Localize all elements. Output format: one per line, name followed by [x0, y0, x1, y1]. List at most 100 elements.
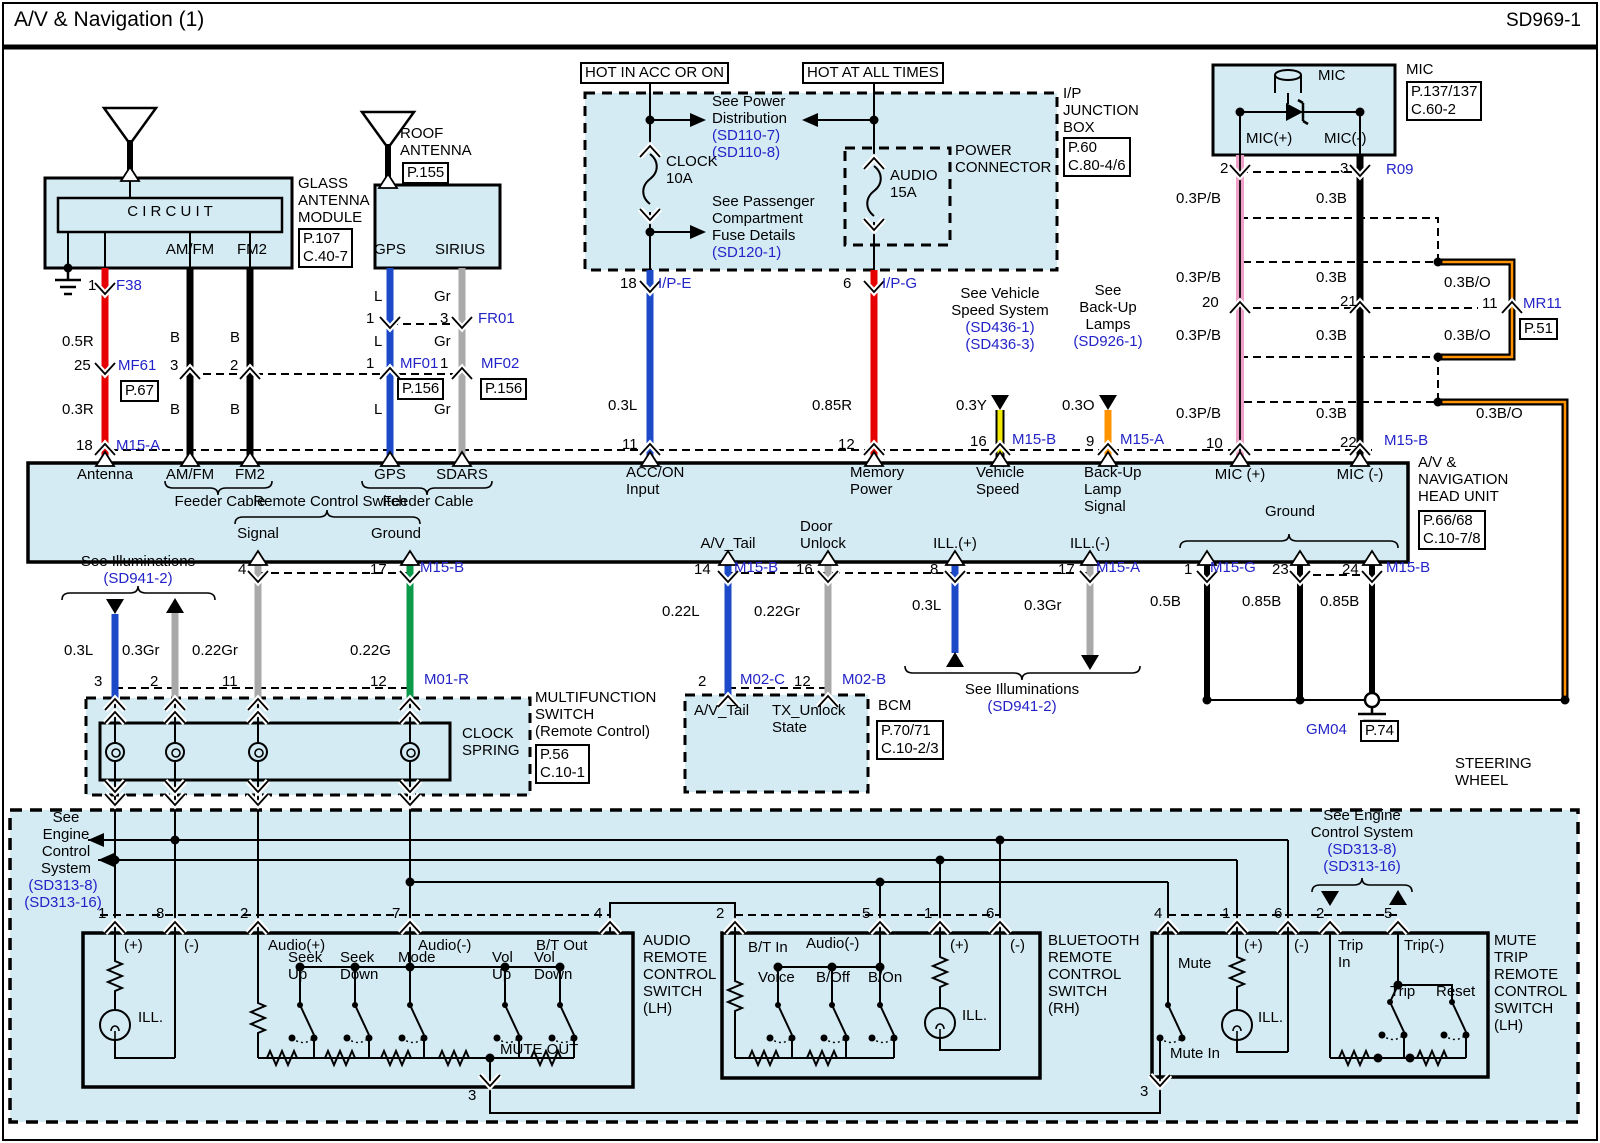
label-mute-in: Mute In [1170, 1046, 1220, 1063]
label-23: 23 [1272, 562, 1289, 579]
label-1: 1 [440, 356, 448, 373]
label-0-3p-b: 0.3P/B [1176, 270, 1221, 287]
label-i-p-junction-box: I/P JUNCTION BOX [1063, 86, 1139, 137]
label-7: 7 [392, 906, 400, 923]
label-hot-at-all-times: HOT AT ALL TIMES [802, 62, 944, 84]
label-signal: Signal [237, 526, 279, 543]
label-0-3gr: 0.3Gr [1024, 598, 1062, 615]
label-sd110-7-sd110-8: (SD110-7) (SD110-8) [712, 128, 780, 162]
label-a-v-navigation-1: A/V & Navigation (1) [14, 8, 204, 32]
label-trip-in: Trip In [1338, 938, 1363, 972]
label-mic: MIC(-) [1324, 131, 1366, 148]
label-ill: ILL.(+) [933, 536, 977, 553]
label-back-up-lamp-signal: Back-Up Lamp Signal [1084, 465, 1142, 516]
label-0-3b: 0.3B [1316, 270, 1347, 287]
label-audio-15a: AUDIO 15A [890, 168, 938, 202]
label-fr01: FR01 [478, 311, 515, 328]
wiring-diagram-page: A/V & Navigation (1)SD969-1GLASS ANTENNA… [0, 0, 1600, 1143]
label-24: 24 [1342, 562, 1359, 579]
label-r09: R09 [1386, 162, 1414, 179]
label-b: B [170, 402, 180, 419]
label-: (-) [184, 938, 199, 955]
label-21: 21 [1340, 294, 1357, 311]
label-sd313-8-sd313-16: (SD313-8) (SD313-16) [1323, 842, 1401, 876]
label-1: 1 [98, 906, 106, 923]
label-mf02: MF02 [481, 356, 519, 373]
label-mf61: MF61 [118, 358, 156, 375]
label-a-v-tail: A/V_Tail [700, 536, 755, 553]
label-vehicle-speed: Vehicle Speed [976, 465, 1024, 499]
label-m15-g: M15-G [1210, 560, 1256, 577]
label-see-illuminations: See Illuminations [965, 682, 1079, 699]
label-8: 8 [156, 906, 164, 923]
labels-layer: A/V & Navigation (1)SD969-1GLASS ANTENNA… [0, 0, 1600, 1143]
label-17: 17 [1058, 562, 1075, 579]
label-sd436-1-sd436-3: (SD436-1) (SD436-3) [965, 320, 1034, 354]
label-12: 12 [838, 437, 855, 454]
label-b: B [230, 330, 240, 347]
label-feeder-cable: Feeder Cable [175, 494, 266, 511]
label-vol-up: Vol Up [492, 950, 513, 984]
label-acc-on-input: ACC/ON Input [626, 465, 684, 499]
label-1: 1 [88, 278, 96, 295]
label-see-back-up-lamps: See Back-Up Lamps [1079, 283, 1137, 334]
label-10: 10 [1206, 436, 1223, 453]
label-p-156: P.156 [397, 378, 444, 400]
label-seek-up: Seek Up [288, 950, 322, 984]
label-0-5b: 0.5B [1150, 594, 1181, 611]
label-11: 11 [222, 674, 238, 691]
label-2: 2 [698, 674, 706, 691]
label-seek-down: Seek Down [340, 950, 378, 984]
label-17: 17 [370, 562, 387, 579]
label-3: 3 [440, 311, 448, 328]
label-sd941-2: (SD941-2) [987, 699, 1056, 716]
label-ground: Ground [371, 526, 421, 543]
label-p-60-c-80-4-6: P.60 C.80-4/6 [1063, 137, 1131, 177]
label-audio: Audio(-) [806, 936, 859, 953]
label-4: 4 [594, 906, 602, 923]
label-: (+) [124, 938, 143, 955]
label-2: 2 [150, 674, 158, 691]
label-18: 18 [620, 276, 637, 293]
label-12: 12 [370, 674, 387, 691]
label-6: 6 [843, 276, 851, 293]
label-1: 1 [366, 356, 374, 373]
label-see-engine-control-system: See Engine Control System [41, 810, 91, 878]
label-b-off: B/Off [816, 970, 850, 987]
label-0-3p-b: 0.3P/B [1176, 406, 1221, 423]
label-mic: MIC (-) [1337, 467, 1384, 484]
label-ill: ILL. [962, 1008, 987, 1025]
label-mic: MIC [1318, 68, 1346, 85]
label-0-3b-o: 0.3B/O [1476, 406, 1523, 423]
label-tx-unlock-state: TX_Unlock State [772, 703, 845, 737]
label-bcm: BCM [878, 698, 911, 715]
label-mic: MIC (+) [1215, 467, 1265, 484]
label-am-fm: AM/FM [166, 242, 214, 259]
label-c-i-r-c-u-i-t: C I R C U I T [127, 204, 213, 221]
label-sd969-1: SD969-1 [1506, 10, 1581, 31]
label-b-t-in: B/T In [748, 940, 788, 957]
label-16: 16 [970, 434, 987, 451]
label-ground: Ground [1265, 504, 1315, 521]
label-mute-out: MUTE OUT [500, 1042, 578, 1059]
label-l: L [374, 289, 382, 306]
label-m01-r: M01-R [424, 672, 469, 689]
label-gps: GPS [374, 467, 406, 484]
label-p-155: P.155 [402, 162, 449, 184]
label-gr: Gr [434, 289, 451, 306]
label-9: 9 [1086, 434, 1094, 451]
label-m15-a: M15-A [1120, 432, 1164, 449]
label-0-3b-o: 0.3B/O [1444, 328, 1491, 345]
label-0-3l: 0.3L [608, 398, 637, 415]
label-p-137-137-c-60-2: P.137/137 C.60-2 [1406, 81, 1482, 121]
label-3: 3 [94, 674, 102, 691]
label-m15-b: M15-B [734, 560, 778, 577]
label-audio-remote-control-switch-lh: AUDIO REMOTE CONTROL SWITCH (LH) [643, 933, 716, 1018]
label-p-51: P.51 [1519, 318, 1558, 340]
label-mode: Mode [398, 950, 436, 967]
label-12: 12 [794, 674, 811, 691]
label-0-3y: 0.3Y [956, 398, 987, 415]
label-mf01: MF01 [400, 356, 438, 373]
label-p-74: P.74 [1360, 720, 1399, 742]
label-memory-power: Memory Power [850, 465, 904, 499]
